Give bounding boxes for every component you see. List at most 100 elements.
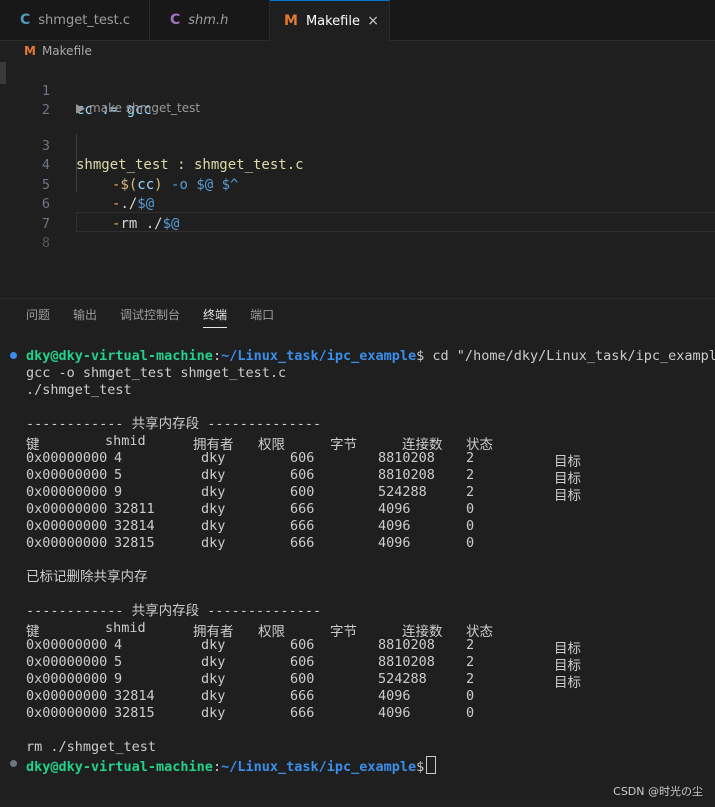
command-text: cd "/home/dky/Linux_task/ipc_example	[424, 348, 715, 364]
table-cell: 32815	[114, 535, 155, 551]
table-cell: dky	[201, 518, 226, 534]
table-cell: 4	[114, 450, 123, 466]
tab-shmget-test-c[interactable]: C shmget_test.c	[0, 0, 150, 40]
table-cell: 606	[290, 467, 315, 483]
table-cell: 666	[290, 535, 315, 551]
table-cell: 0	[466, 688, 475, 704]
command-status-dot[interactable]	[10, 352, 17, 359]
table-cell: dky	[201, 654, 226, 670]
table-header-cell: 字节	[330, 624, 357, 640]
command-status-dot[interactable]	[10, 760, 17, 767]
prompt-user: dky@dky-virtual-machine	[26, 759, 213, 775]
table-cell: 524288	[378, 671, 427, 687]
table-cell: 606	[290, 450, 315, 466]
breadcrumb-label: Makefile	[41, 44, 92, 58]
table-cell: 32814	[114, 518, 155, 534]
table-cell: 666	[290, 501, 315, 517]
code-editor[interactable]: 1 cc := gcc 2 ▶ make shmget_test 3 shmge…	[0, 62, 715, 298]
table-cell: 0x00000000	[26, 484, 108, 500]
table-header-cell: 字节	[330, 437, 357, 453]
table-cell: 600	[290, 484, 315, 500]
tab-ports[interactable]: 端口	[250, 306, 274, 328]
table-header-cell: shmid	[105, 620, 146, 636]
table-cell: 9	[114, 671, 123, 687]
table-cell: 666	[290, 518, 315, 534]
prompt-user: dky@dky-virtual-machine	[26, 348, 213, 364]
table-cell: 0	[466, 518, 475, 534]
table-cell: 32815	[114, 705, 155, 721]
breadcrumb[interactable]: M Makefile	[24, 44, 92, 58]
table-cell: 666	[290, 688, 315, 704]
table-header-cell: 权限	[258, 437, 285, 453]
table-cell: 4096	[378, 501, 411, 517]
terminal-output-line: rm ./shmget_test	[26, 739, 157, 755]
table-cell: 0x00000000	[26, 637, 108, 653]
code-line-1: 1 cc := gcc	[0, 62, 715, 119]
table-cell: 0x00000000	[26, 501, 108, 517]
table-cell: 目标	[554, 675, 581, 691]
segment-title: ------------ 共享内存段 --------------	[26, 416, 322, 432]
table-cell: 0x00000000	[26, 654, 108, 670]
table-cell: dky	[201, 450, 226, 466]
table-cell: 0	[466, 535, 475, 551]
table-cell: dky	[201, 671, 226, 687]
table-cell: 600	[290, 671, 315, 687]
code-line-8: 8	[0, 215, 715, 251]
terminal-output-line: 已标记删除共享内存	[26, 569, 148, 585]
tab-problems[interactable]: 问题	[26, 306, 50, 328]
table-cell: 2	[466, 450, 475, 466]
code-line-7: 7	[0, 195, 715, 232]
table-cell: 8810208	[378, 654, 435, 670]
table-cell: 0x00000000	[26, 671, 108, 687]
code-line-5: 5 -./$@	[0, 156, 715, 213]
terminal-prompt-line: dky@dky-virtual-machine:~/Linux_task/ipc…	[26, 348, 715, 365]
table-cell: 5	[114, 467, 123, 483]
table-cell: 0	[466, 705, 475, 721]
line-number: 8	[41, 235, 50, 251]
table-cell: 0x00000000	[26, 688, 108, 704]
table-cell: 524288	[378, 484, 427, 500]
codelens-run-make[interactable]: ▶ make shmget_test	[76, 101, 200, 115]
c-file-icon: C	[20, 12, 31, 28]
c-header-file-icon: C	[170, 12, 181, 28]
table-cell: 0x00000000	[26, 705, 108, 721]
table-cell: 目标	[554, 488, 581, 504]
table-cell: 0	[466, 501, 475, 517]
table-cell: 4096	[378, 688, 411, 704]
makefile-icon: M	[24, 44, 36, 58]
close-icon[interactable]: ×	[367, 13, 379, 29]
table-cell: dky	[201, 484, 226, 500]
table-cell: 8810208	[378, 467, 435, 483]
tab-debug-console[interactable]: 调试控制台	[120, 306, 180, 328]
tab-output[interactable]: 输出	[73, 306, 97, 328]
table-cell: 666	[290, 705, 315, 721]
table-cell: 8810208	[378, 450, 435, 466]
code-line-6: 6 -rm ./$@	[0, 176, 715, 232]
table-cell: 2	[466, 637, 475, 653]
tab-label: Makefile	[305, 13, 360, 29]
tab-label: shm.h	[188, 12, 229, 28]
terminal-cursor	[426, 756, 437, 774]
table-cell: 4096	[378, 535, 411, 551]
table-header-cell: 权限	[258, 624, 285, 640]
segment-title: ------------ 共享内存段 --------------	[26, 603, 322, 619]
table-cell: 0x00000000	[26, 467, 108, 483]
table-cell: dky	[201, 637, 226, 653]
panel-divider[interactable]	[0, 298, 715, 299]
makefile-icon: M	[284, 13, 298, 29]
table-cell: 606	[290, 637, 315, 653]
table-cell: 4096	[378, 705, 411, 721]
prompt-path: ~/Linux_task/ipc_example	[221, 348, 417, 364]
code-line-3: 3 shmget_test : shmget_test.c	[0, 117, 715, 174]
table-cell: 4	[114, 637, 123, 653]
table-cell: 2	[466, 484, 475, 500]
editor-tab-bar: C shmget_test.c C shm.h M Makefile ×	[0, 0, 715, 41]
table-cell: 4096	[378, 518, 411, 534]
tab-terminal[interactable]: 终端	[203, 306, 228, 328]
table-cell: 5	[114, 654, 123, 670]
tab-makefile[interactable]: M Makefile ×	[270, 0, 390, 41]
tab-label: shmget_test.c	[38, 12, 131, 28]
code-line-2: 2	[0, 82, 715, 118]
watermark: CSDN @时光の尘	[613, 785, 703, 798]
tab-shm-h[interactable]: C shm.h	[150, 0, 270, 40]
